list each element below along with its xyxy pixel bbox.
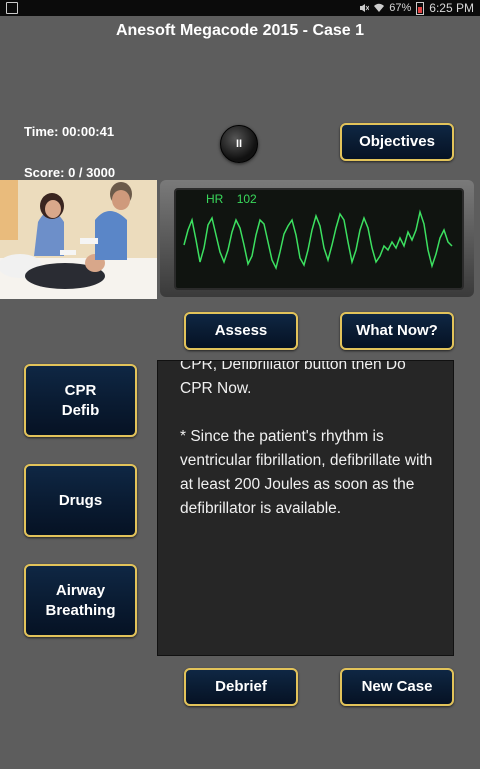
instruction-panel[interactable]: CPR, Defibrillator button then Do CPR No…	[157, 360, 454, 656]
ecg-waveform	[183, 209, 453, 271]
wifi-icon	[374, 3, 385, 12]
instruction-line: CPR Now.	[180, 380, 252, 397]
new-case-label: New Case	[361, 678, 433, 695]
ecg-monitor: HR 102	[160, 180, 474, 297]
pause-icon: II	[235, 138, 243, 150]
debrief-button[interactable]: Debrief	[184, 668, 298, 706]
airway-label-line1: Airway	[55, 581, 106, 599]
score-readout: Score: 0 / 3000	[24, 165, 116, 180]
cpr-defib-label-line1: CPR	[64, 381, 97, 399]
what-now-button[interactable]: What Now?	[340, 312, 454, 350]
time-readout: Time: 00:00:41	[24, 124, 115, 139]
resuscitation-photo	[0, 180, 157, 299]
assess-label: Assess	[214, 322, 268, 339]
drugs-label: Drugs	[58, 491, 103, 509]
battery-percent: 67%	[389, 2, 412, 14]
pause-button[interactable]: II	[220, 125, 258, 163]
what-now-label: What Now?	[356, 322, 438, 339]
status-bar: 67% 6:25 PM	[0, 0, 480, 16]
instruction-text: CPR, Defibrillator button then Do CPR No…	[180, 360, 439, 545]
objectives-label: Objectives	[359, 133, 435, 150]
ecg-screen: HR 102	[174, 188, 464, 290]
page-title: Anesoft Megacode 2015 - Case 1	[115, 22, 365, 39]
cpr-defib-label-line2: Defib	[61, 401, 100, 419]
cpr-scene-image	[0, 180, 157, 299]
clock: 6:25 PM	[429, 1, 474, 15]
drugs-button[interactable]: Drugs	[24, 464, 137, 537]
notification-icon	[6, 2, 18, 14]
airway-label-line2: Breathing	[45, 601, 116, 619]
assess-button[interactable]: Assess	[184, 312, 298, 350]
instruction-partial-line: CPR, Defibrillator button then Do	[180, 360, 406, 373]
instruction-paragraph: * Since the patient's rhythm is ventricu…	[180, 428, 433, 517]
debrief-label: Debrief	[215, 678, 267, 695]
cpr-defib-button[interactable]: CPR Defib	[24, 364, 137, 437]
airway-breathing-button[interactable]: Airway Breathing	[24, 564, 137, 637]
battery-icon	[416, 1, 425, 15]
new-case-button[interactable]: New Case	[340, 668, 454, 706]
mute-icon	[360, 4, 370, 12]
objectives-button[interactable]: Objectives	[340, 123, 454, 161]
